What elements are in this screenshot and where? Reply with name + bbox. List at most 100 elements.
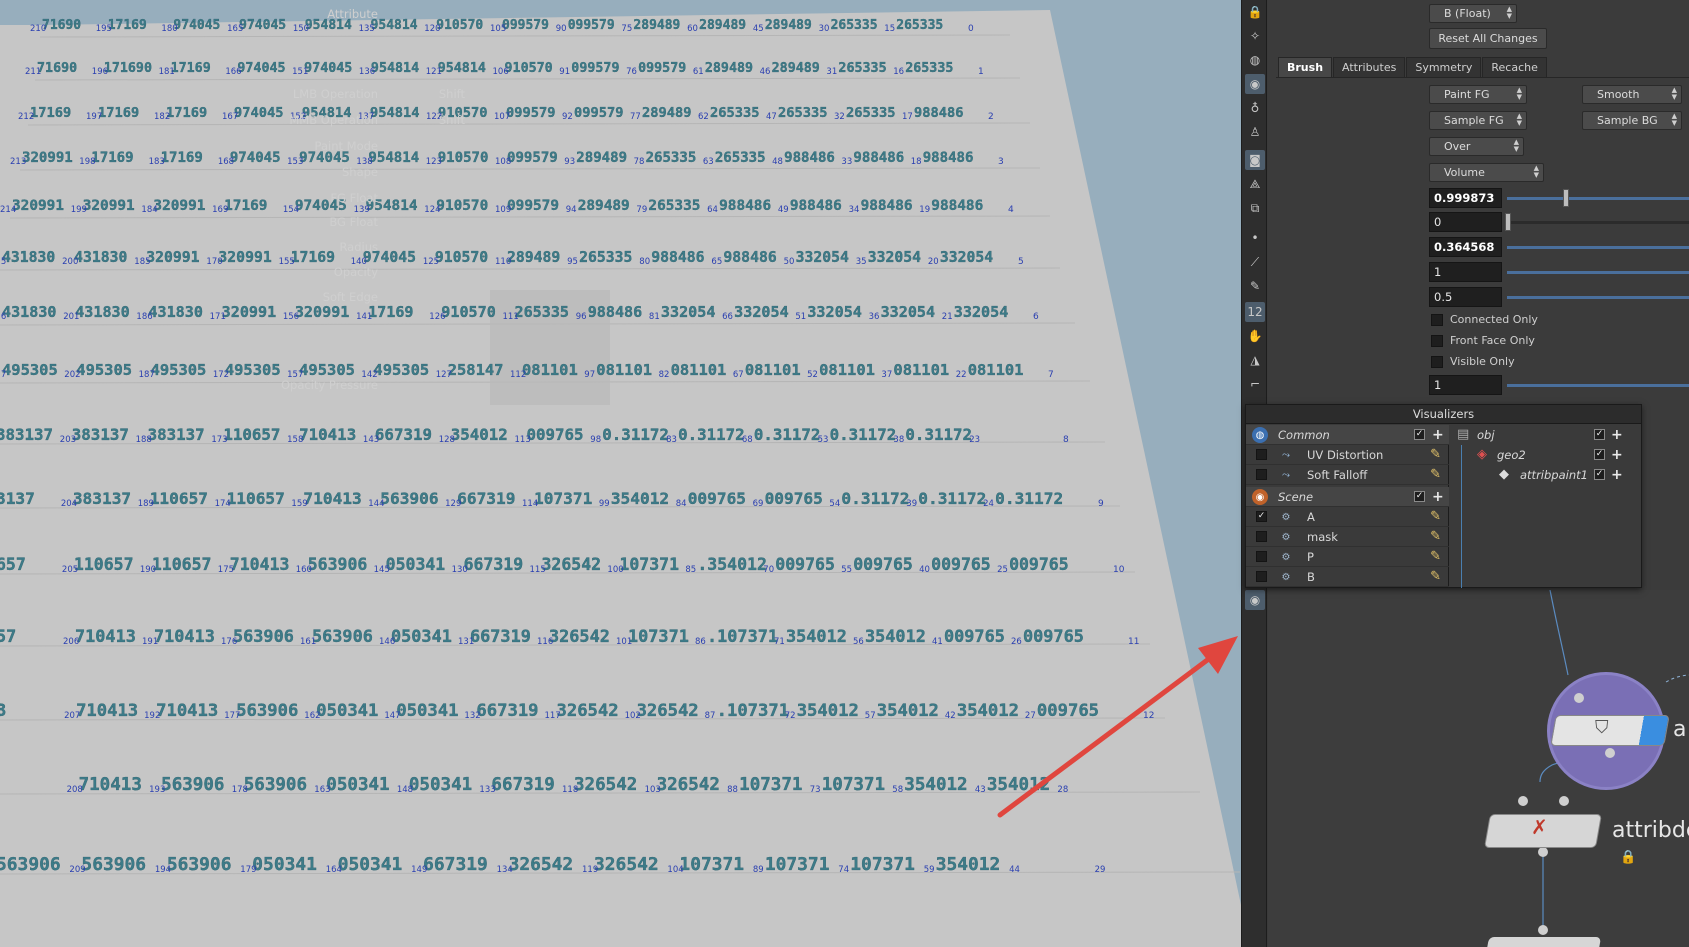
obj-add-icon[interactable]: + bbox=[1611, 428, 1623, 442]
opacity-pressure-label: Opacity Pressure bbox=[281, 378, 378, 392]
opacity-pressure-slider[interactable] bbox=[1507, 384, 1689, 387]
attribute-menu[interactable]: B (Float) ▲ ▼ bbox=[1429, 4, 1517, 23]
tab-brush[interactable]: Brush bbox=[1278, 57, 1333, 77]
scene-add-icon[interactable]: + bbox=[1432, 490, 1444, 504]
obj-enable-checkbox[interactable]: ✓ bbox=[1594, 429, 1605, 440]
gear-icon: ⚙ bbox=[1281, 551, 1291, 563]
next-node[interactable] bbox=[1486, 937, 1602, 947]
point-number-label: 64 bbox=[707, 205, 718, 215]
node-lock-icon[interactable]: 🔒 bbox=[1620, 850, 1636, 865]
ruler-icon[interactable]: ⌐ bbox=[1245, 374, 1265, 394]
bg-float-field[interactable]: 0 bbox=[1429, 212, 1502, 232]
common-enable-checkbox[interactable]: ✓ bbox=[1414, 429, 1425, 440]
fg-float-slider[interactable] bbox=[1507, 197, 1689, 200]
opacity-field[interactable]: 1 bbox=[1429, 262, 1502, 282]
attribute-value-label: 667319 bbox=[464, 555, 524, 574]
pencil-icon[interactable]: ✎ bbox=[1430, 549, 1441, 564]
tab-attributes[interactable]: Attributes bbox=[1333, 57, 1406, 77]
soft-edge-field[interactable]: 0.5 bbox=[1429, 287, 1502, 307]
number-display-icon[interactable]: 12 bbox=[1245, 302, 1265, 322]
reset-all-changes-button[interactable]: Reset All Changes bbox=[1429, 28, 1547, 49]
pen-icon[interactable]: ✎ bbox=[1245, 276, 1265, 296]
attribute-value-label: 910570 bbox=[436, 18, 483, 33]
radius-slider[interactable] bbox=[1507, 246, 1689, 249]
camera-icon[interactable]: ◙ bbox=[1245, 150, 1265, 170]
visualizer-row-b[interactable]: ⚙ B ✎ bbox=[1246, 567, 1449, 587]
attribpaint-node[interactable] bbox=[1550, 715, 1670, 746]
mask-checkbox[interactable] bbox=[1256, 531, 1267, 542]
pencil-icon[interactable]: ✎ bbox=[1430, 569, 1441, 584]
a-checkbox[interactable]: ✓ bbox=[1256, 511, 1267, 522]
bg-float-slider[interactable] bbox=[1507, 221, 1689, 224]
grid-icon[interactable]: ⧉ bbox=[1245, 198, 1265, 218]
fg-float-field[interactable]: 0.999873 bbox=[1429, 188, 1502, 208]
visualizer-row-p[interactable]: ⚙ P ✎ bbox=[1246, 547, 1449, 567]
person-icon[interactable]: ♙ bbox=[1245, 122, 1265, 142]
bg-float-handle[interactable] bbox=[1505, 213, 1511, 231]
visualizer-row-a[interactable]: ✓ ⚙ A ✎ bbox=[1246, 507, 1449, 527]
front-face-only-checkbox[interactable] bbox=[1431, 335, 1443, 347]
shape-menu[interactable]: Volume ▲ ▼ bbox=[1429, 163, 1544, 182]
bucket-icon[interactable]: ◮ bbox=[1245, 350, 1265, 370]
light-icon[interactable]: ♁ bbox=[1245, 98, 1265, 118]
opacity-pressure-field[interactable]: 1 bbox=[1429, 375, 1502, 395]
paint-mode-menu[interactable]: Over ▲ ▼ bbox=[1429, 137, 1524, 156]
select-icon[interactable]: ◉ bbox=[1245, 74, 1265, 94]
attribpaint1-enable-checkbox[interactable]: ✓ bbox=[1594, 469, 1605, 480]
geo2-enable-checkbox[interactable]: ✓ bbox=[1594, 449, 1605, 460]
pencil-icon[interactable]: ✎ bbox=[1430, 447, 1441, 462]
scene-enable-checkbox[interactable]: ✓ bbox=[1414, 491, 1425, 502]
radius-field[interactable]: 0.364568 bbox=[1429, 237, 1502, 257]
visible-only-checkbox[interactable] bbox=[1431, 356, 1443, 368]
visualizer-row-uv-distortion[interactable]: ⤳ UV Distortion ✎ bbox=[1246, 445, 1449, 465]
lmb-operation-menu[interactable]: Paint FG ▲ ▼ bbox=[1429, 85, 1527, 104]
tab-symmetry[interactable]: Symmetry bbox=[1406, 57, 1482, 77]
tree-row-attribpaint1[interactable]: ◆ attribpaint1 ✓ + bbox=[1451, 465, 1642, 485]
lmb-shift-menu[interactable]: Smooth ▲ ▼ bbox=[1582, 85, 1682, 104]
pencil-icon[interactable]: ✎ bbox=[1430, 529, 1441, 544]
uv-distortion-checkbox[interactable] bbox=[1256, 449, 1267, 460]
lock-icon[interactable]: 🔒 bbox=[1245, 2, 1265, 22]
point-number-label: 149 bbox=[411, 865, 427, 875]
mmb-operation-menu[interactable]: Sample FG ▲ ▼ bbox=[1429, 111, 1527, 130]
node-input-dot[interactable] bbox=[1574, 693, 1584, 703]
p-label: P bbox=[1307, 550, 1314, 564]
b-checkbox[interactable] bbox=[1256, 571, 1267, 582]
brush-icon[interactable]: ⟋ bbox=[1245, 252, 1265, 272]
tab-recache[interactable]: Recache bbox=[1482, 57, 1547, 77]
mmb-shift-menu[interactable]: Sample BG ▲ ▼ bbox=[1582, 111, 1682, 130]
fg-float-handle[interactable] bbox=[1563, 189, 1569, 207]
scene-group-row[interactable]: ◉ Scene ✓ + bbox=[1246, 487, 1449, 507]
common-group-row[interactable]: ◍ Common ✓ + bbox=[1246, 425, 1449, 445]
node-output-dot[interactable] bbox=[1605, 748, 1615, 758]
3d-viewport[interactable]: 71690 210 17169 195 974045 180 974045 165 954814… bbox=[0, 0, 1241, 947]
soft-falloff-checkbox[interactable] bbox=[1256, 469, 1267, 480]
visualizer-icon[interactable]: ◉ bbox=[1245, 590, 1265, 610]
visualizer-row-mask[interactable]: ⚙ mask ✎ bbox=[1246, 527, 1449, 547]
viewport-scene[interactable]: 71690210 17169195 974045180 974045165 954814… bbox=[0, 0, 1241, 947]
point-number-label: 216 bbox=[0, 312, 6, 322]
tree-row-obj[interactable]: ▤ obj ✓ + bbox=[1451, 425, 1642, 445]
common-add-icon[interactable]: + bbox=[1432, 428, 1444, 442]
pencil-icon[interactable]: ✎ bbox=[1430, 509, 1441, 524]
dot-icon[interactable]: • bbox=[1245, 228, 1265, 248]
opacity-slider[interactable] bbox=[1507, 271, 1689, 274]
network-editor[interactable]: ⛉ a ✗ attribde 🔒 bbox=[1268, 590, 1689, 947]
globe-icon[interactable]: ◍ bbox=[1245, 50, 1265, 70]
tree-row-geo2[interactable]: ◈ geo2 ✓ + bbox=[1451, 445, 1642, 465]
point-number-label: 98 bbox=[590, 435, 601, 445]
point-number-label: 29 bbox=[1095, 865, 1106, 875]
visualizer-row-soft-falloff[interactable]: ⤳ Soft Falloff ✎ bbox=[1246, 465, 1449, 485]
snap-icon[interactable]: ⟁ bbox=[1245, 174, 1265, 194]
point-number-label: 37 bbox=[881, 370, 892, 380]
hand-icon[interactable]: ✋ bbox=[1245, 326, 1265, 346]
soft-edge-slider[interactable] bbox=[1507, 296, 1689, 299]
attribute-value-label: 988486 bbox=[931, 198, 983, 214]
pin-icon[interactable]: ✧ bbox=[1245, 26, 1265, 46]
attribute-value-label: 974045 bbox=[230, 150, 281, 166]
p-checkbox[interactable] bbox=[1256, 551, 1267, 562]
attribpaint1-add-icon[interactable]: + bbox=[1611, 468, 1623, 482]
geo2-add-icon[interactable]: + bbox=[1611, 448, 1623, 462]
connected-only-checkbox[interactable] bbox=[1431, 314, 1443, 326]
pencil-icon[interactable]: ✎ bbox=[1430, 467, 1441, 482]
